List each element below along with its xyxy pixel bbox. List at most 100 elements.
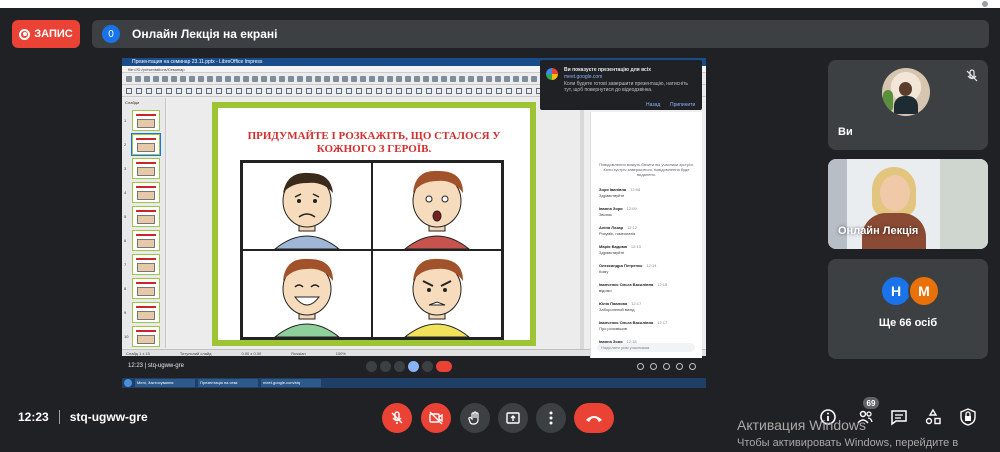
chat-author: Марія Вадима 12:13 [599,244,641,249]
activities-icon [925,408,941,425]
divider [58,410,60,424]
chat-author: Аліна Лазар 12:12 [599,225,638,230]
chat-text: відомо [599,288,612,293]
chat-message: Юлія Павлова 12:17 Заборонений вихід [591,297,702,316]
current-slide: ПРИДУМАЙТЕ І РОЗКАЖІТЬ, ЩО СТАЛОСЯ У КОЖ… [212,102,536,346]
record-icon [19,28,31,40]
camera-off-icon [429,411,443,425]
leave-call-button[interactable] [574,403,614,433]
taskbar-item: Мелі, Застосування [135,379,195,387]
notification-body: Коли будете готові завершити презентацію… [564,81,689,93]
chat-author: Іванченко Ольга Василівна 12:15 [599,282,668,287]
activities-button[interactable] [923,407,943,427]
shared-screen: Презентация на семинар 23.11.pptx - Libr… [122,58,706,388]
chat-message-list: Зоря Іванівна 12:08 Здравствуйте Іванна Зор… [591,183,702,354]
mic-off-icon [966,69,978,82]
others-tile[interactable]: Н М Ще 66 осіб [828,259,988,359]
chat-time: 12:09 [626,206,637,211]
more-options-button[interactable] [536,403,566,433]
slide-thumbnail: 10 [124,326,160,347]
more-icon [549,411,553,425]
present-button[interactable] [498,403,528,433]
windows-taskbar: Мелі, Застосування Презентація на семі m… [122,378,706,388]
chat-author: Олександра Петренко 12:14 [599,263,657,268]
taskbar-item: Презентація на семі [198,379,258,387]
chat-message: Іванченко Ольга Василівна 12:15 відомо [591,278,702,297]
chat-time: 12:17 [631,301,642,306]
others-label: Ще 66 осіб [878,317,938,329]
windows-activation-title: Активация Windows [737,417,867,433]
self-tile[interactable]: Ви [828,60,988,150]
slide-scrollbar[interactable] [580,98,584,350]
chat-text: Звонок [599,212,612,217]
chat-message: Марія Вадима 12:13 Здравствуйте [591,240,702,259]
chat-text: Здравствуйте [599,250,625,255]
slide-thumbnail: 1 [124,110,160,131]
inner-meet-right-icons [637,363,696,370]
faces-grid [240,160,504,340]
presenter-tile[interactable]: Онлайн Лекція [828,159,988,249]
inner-meet-bar: 12:23 | stq-ugww-gre [122,356,706,378]
chat-message: Іванна Зоря 12:09 Звонок [591,202,702,221]
chat-time: 12:14 [646,263,657,268]
chat-time: 12:17 [657,320,668,325]
status-item: Слайд 1 з 15 [126,350,150,356]
chat-icon [891,410,907,426]
chat-message: Іванченко Ольга Василівна 12:17 Про розсмі… [591,316,702,335]
avatar [882,68,930,116]
chat-message: Олександра Петренко 12:14 Кому [591,259,702,278]
presenting-notification: Ви показуєте презентацію для всіх meet.g… [540,60,702,110]
chat-input: Надіслати усім учасникам [597,343,695,352]
chat-text: Заборонений вихід [599,307,635,312]
chat-time: 12:08 [630,187,641,192]
chat-author: Іванченко Ольга Василівна 12:17 [599,320,668,325]
slide-thumbnail: 5 [124,206,160,227]
browser-top-strip [0,0,1000,8]
raise-hand-button[interactable] [460,403,490,433]
record-button[interactable]: ЗАПИС [12,20,80,48]
notification-link: meet.google.com [564,74,603,80]
self-tile-name: Ви [838,126,853,138]
hang-up-icon [586,416,602,422]
chat-button[interactable] [889,407,909,427]
notification-stop-button: Припинити [670,102,696,108]
slide-thumbnail: 2 [124,133,161,156]
surprised-face-illustration [372,162,502,250]
record-label: ЗАПИС [34,28,73,40]
people-count-badge: 69 [863,397,879,409]
chat-text: Здравствуйте [599,193,625,198]
slide-canvas: ПРИДУМАЙТЕ І РОЗКАЖІТЬ, ЩО СТАЛОСЯ У КОЖ… [168,98,580,350]
notification-back-button: Назад [646,102,661,108]
notification-title: Ви показуєте презентацію для всіх [564,67,651,73]
presenter-tile-name: Онлайн Лекція [838,225,919,237]
sad-face-illustration [242,162,372,250]
chat-message: Аліна Лазар 12:12 Розуміє, гомеопатія [591,221,702,240]
start-icon [124,379,132,387]
slide-thumbnail: 4 [124,182,160,203]
chat-time: 12:15 [657,282,668,287]
meeting-details[interactable]: 12:23 stq-ugww-gre [18,410,148,424]
inner-meet-info: 12:23 | stq-ugww-gre [128,363,184,369]
mic-off-icon [391,411,403,424]
presentation-count-badge: 0 [102,25,120,43]
chat-text: Розуміє, гомеопатія [599,231,636,236]
chat-time: 12:13 [630,244,641,249]
angry-face-illustration [372,250,502,338]
inner-meet-controls [366,361,452,372]
chat-text: Про розсмішив [599,326,627,331]
slides-pane-label: Слайди [125,100,140,105]
taskbar-item: meet.google.com/stq [261,379,321,387]
slide-thumbnail: 8 [124,278,160,299]
status-item: 0.00 x 0.00 [241,350,262,356]
status-item: Russian [291,350,306,356]
slide-thumbnail: 7 [124,254,160,275]
slide-thumbnail: 3 [124,158,160,179]
slides-pane: Слайди 1 2 3 4 5 6 7 8 9 10 [122,98,166,348]
slide-thumbnail: 9 [124,302,160,323]
meeting-code: stq-ugww-gre [69,410,148,424]
slide-heading: ПРИДУМАЙТЕ І РОЗКАЖІТЬ, ЩО СТАЛОСЯ У КОЖ… [247,130,501,155]
host-controls-button[interactable] [958,407,978,427]
chat-author: Іванна Зоря 12:09 [599,206,637,211]
mic-toggle-button[interactable] [382,403,412,433]
camera-toggle-button[interactable] [421,403,451,433]
